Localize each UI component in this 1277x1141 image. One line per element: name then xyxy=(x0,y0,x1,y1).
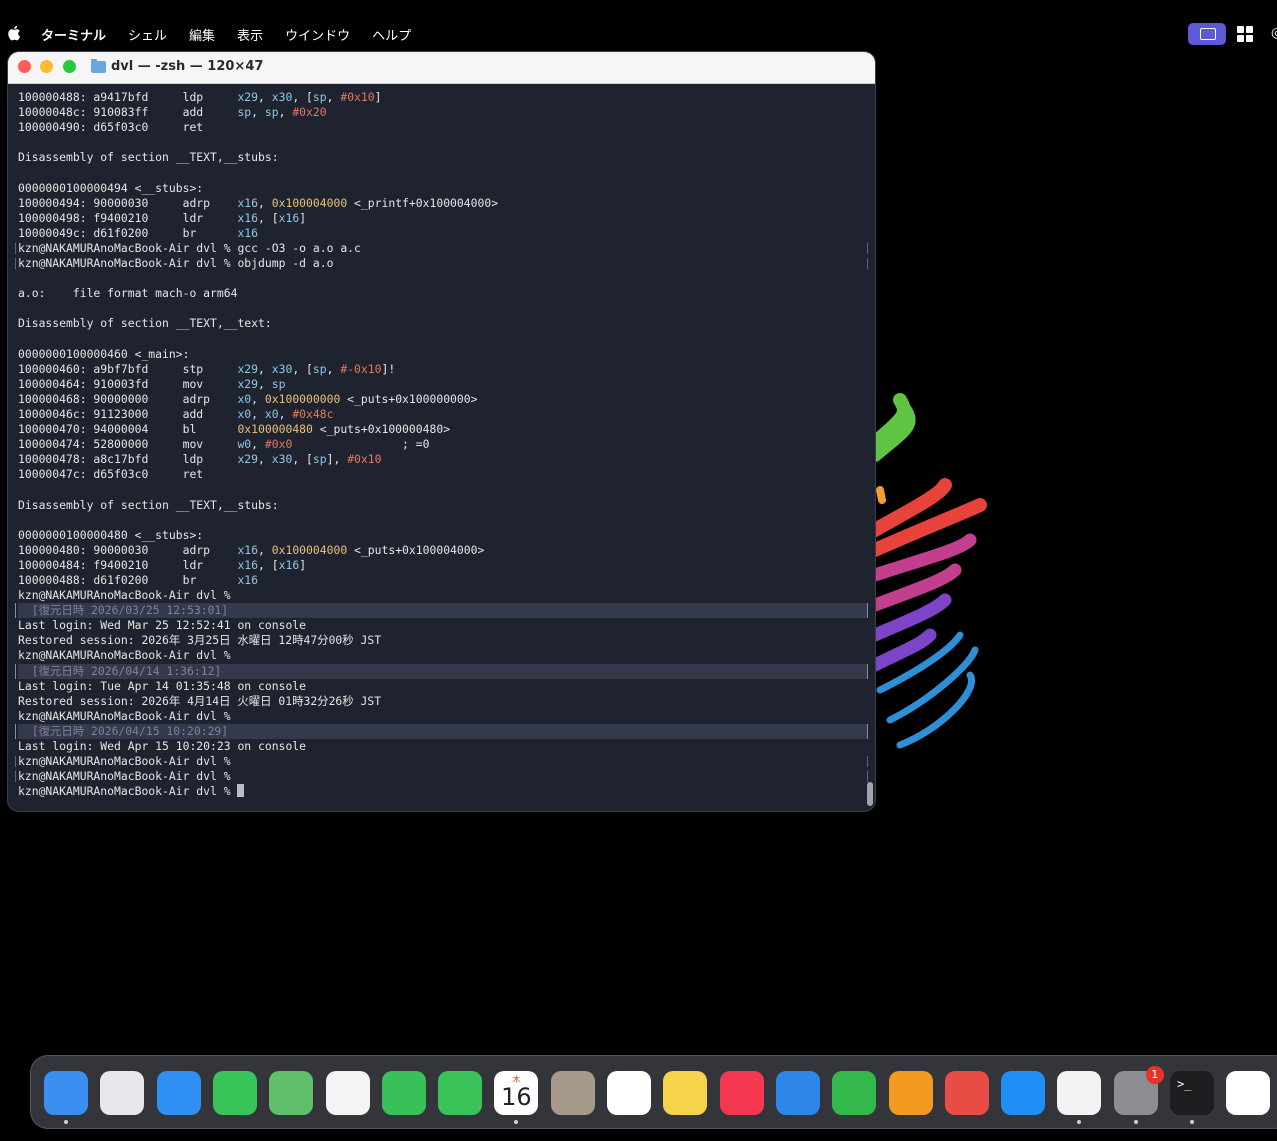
numbers-icon[interactable] xyxy=(832,1071,877,1115)
notification-badge: 1 xyxy=(1145,1066,1164,1084)
running-indicator xyxy=(64,1120,68,1124)
launchpad-icon[interactable] xyxy=(100,1071,145,1115)
calendar-day: 16 xyxy=(501,1083,532,1111)
terminal-line: 100000478: a8c17bfd ldp x29, x30, [sp], … xyxy=(18,452,382,467)
scrollbar-thumb[interactable] xyxy=(867,782,873,806)
terminal-line: kzn@NAKAMURAnoMacBook-Air dvl % gcc -O3 … xyxy=(15,241,868,256)
terminal-line: 0000000100000494 <__stubs>: xyxy=(18,180,204,195)
reminders-icon[interactable] xyxy=(607,1071,651,1115)
terminal-line: 0000000100000460 <_main>: xyxy=(18,346,190,361)
notes-icon[interactable] xyxy=(663,1071,708,1115)
calendar-icon[interactable]: 木 16 xyxy=(494,1071,539,1115)
windows-app-icon[interactable] xyxy=(1226,1071,1271,1115)
terminal-output[interactable]: 100000488: a9417bfd ldp x29, x30, [sp, #… xyxy=(15,90,868,799)
terminal-line: 100000470: 94000004 bl 0x100000480 <_put… xyxy=(18,422,451,437)
terminal-line: 100000494: 90000030 adrp x16, 0x10000400… xyxy=(18,195,499,210)
photos-icon[interactable] xyxy=(325,1071,370,1115)
wallpaper-art xyxy=(868,393,987,749)
window-title: dvl — -zsh — 120×47 xyxy=(111,59,264,74)
maps-icon[interactable] xyxy=(269,1071,314,1115)
terminal-line: 100000460: a9bf7bfd stp x29, x30, [sp, #… xyxy=(18,361,396,376)
terminal-line: 100000498: f9400210 ldr x16, [x16] xyxy=(18,210,307,225)
terminal-line: Last login: Wed Mar 25 12:52:41 on conso… xyxy=(18,618,307,633)
menu-app-name[interactable]: ターミナル xyxy=(41,25,106,44)
terminal-line: 100000474: 52800000 mov w0, #0x0 ; =0 xyxy=(18,437,430,452)
phone-icon[interactable] xyxy=(438,1071,483,1115)
terminal-line: Restored session: 2026年 3月25日 水曜日 12時47分… xyxy=(18,633,382,648)
terminal-line: 10000047c: d65f03c0 ret xyxy=(18,467,204,482)
text-cursor xyxy=(237,784,245,798)
window-grid-icon[interactable] xyxy=(1237,26,1253,42)
terminal-line: kzn@NAKAMURAnoMacBook-Air dvl % xyxy=(18,588,231,603)
terminal-line: kzn@NAKAMURAnoMacBook-Air dvl % xyxy=(15,754,868,769)
zoom-button[interactable] xyxy=(63,60,76,73)
minimize-button[interactable] xyxy=(40,60,53,73)
running-indicator xyxy=(1077,1120,1082,1124)
terminal-line: 0000000100000480 <__stubs>: xyxy=(18,527,204,542)
terminal-line: kzn@NAKAMURAnoMacBook-Air dvl % xyxy=(18,648,231,663)
menu-view[interactable]: 表示 xyxy=(237,25,263,44)
terminal-prompt-glyph: >_ xyxy=(1177,1077,1192,1091)
terminal-line: 100000488: a9417bfd ldp x29, x30, [sp, #… xyxy=(18,90,382,104)
terminal-line: 10000048c: 910083ff add sp, sp, #0x20 xyxy=(18,105,327,120)
chrome-icon[interactable] xyxy=(1057,1071,1102,1115)
terminal-line: a.o: file format mach-o arm64 xyxy=(18,286,238,301)
running-indicator xyxy=(1133,1120,1138,1124)
terminal-line: 100000490: d65f03c0 ret xyxy=(18,120,204,135)
terminal-line: Disassembly of section __TEXT,__stubs: xyxy=(18,497,279,512)
terminal-line: Last login: Tue Apr 14 01:35:48 on conso… xyxy=(18,678,307,693)
terminal-line: 100000464: 910003fd mov x29, sp xyxy=(18,376,286,391)
terminal-line: Restored session: 2026年 4月14日 火曜日 01時32分… xyxy=(18,693,382,708)
dock: 木 16 1 >_ xyxy=(30,1055,1277,1129)
restore-marker-line: [復元日時 2026/04/15 10:20:29] xyxy=(15,723,868,740)
terminal-window[interactable]: dvl — -zsh — 120×47 100000488: a9417bfd … xyxy=(8,52,875,811)
terminal-line: Disassembly of section __TEXT,__text: xyxy=(18,316,272,331)
menu-help[interactable]: ヘルプ xyxy=(372,25,411,44)
status-icon[interactable]: ◎ xyxy=(1271,25,1277,41)
safari-icon[interactable] xyxy=(156,1071,201,1115)
music-icon[interactable] xyxy=(719,1071,764,1115)
menu-shell[interactable]: シェル xyxy=(128,25,167,44)
terminal-line: kzn@NAKAMURAnoMacBook-Air dvl % xyxy=(18,708,231,723)
running-indicator xyxy=(1190,1120,1194,1124)
terminal-line: 100000484: f9400210 ldr x16, [x16] xyxy=(18,557,307,572)
rocket-icon[interactable] xyxy=(944,1071,989,1115)
menu-window[interactable]: ウインドウ xyxy=(285,25,350,44)
terminal-icon[interactable]: >_ xyxy=(1170,1071,1214,1115)
close-button[interactable] xyxy=(18,60,31,73)
app-store-icon[interactable] xyxy=(1001,1071,1046,1115)
title-bar[interactable]: dvl — -zsh — 120×47 xyxy=(8,52,875,84)
messages-icon[interactable] xyxy=(212,1071,257,1115)
restore-marker-line: [復元日時 2026/04/14 1:36:12] xyxy=(15,663,868,679)
terminal-line: kzn@NAKAMURAnoMacBook-Air dvl % xyxy=(18,784,868,799)
folder-icon xyxy=(91,59,106,73)
terminal-line: Disassembly of section __TEXT,__stubs: xyxy=(18,150,279,165)
contacts-icon[interactable] xyxy=(550,1071,595,1115)
menu-edit[interactable]: 編集 xyxy=(189,25,215,44)
terminal-line: 10000049c: d61f0200 br x16 xyxy=(18,225,259,240)
terminal-line: kzn@NAKAMURAnoMacBook-Air dvl % objdump … xyxy=(15,256,868,271)
terminal-line: 100000480: 90000030 adrp x16, 0x10000400… xyxy=(18,542,485,557)
running-indicator xyxy=(514,1120,519,1124)
terminal-line: Last login: Wed Apr 15 10:20:23 on conso… xyxy=(18,739,307,754)
screen-sharing-icon[interactable] xyxy=(1188,23,1226,45)
finder-icon[interactable] xyxy=(44,1071,88,1115)
terminal-line: 100000488: d61f0200 br x16 xyxy=(18,573,259,587)
keynote-icon[interactable] xyxy=(775,1071,820,1115)
pages-icon[interactable] xyxy=(888,1071,933,1115)
restore-marker-line: [復元日時 2026/03/25 12:53:01] xyxy=(15,603,868,619)
terminal-line: kzn@NAKAMURAnoMacBook-Air dvl % xyxy=(15,769,868,784)
facetime-icon[interactable] xyxy=(381,1071,426,1115)
terminal-line: 10000046c: 91123000 add x0, x0, #0x48c xyxy=(18,406,334,421)
terminal-line: 100000468: 90000000 adrp x0, 0x100000000… xyxy=(18,391,478,406)
apple-menu-icon[interactable] xyxy=(7,24,23,42)
